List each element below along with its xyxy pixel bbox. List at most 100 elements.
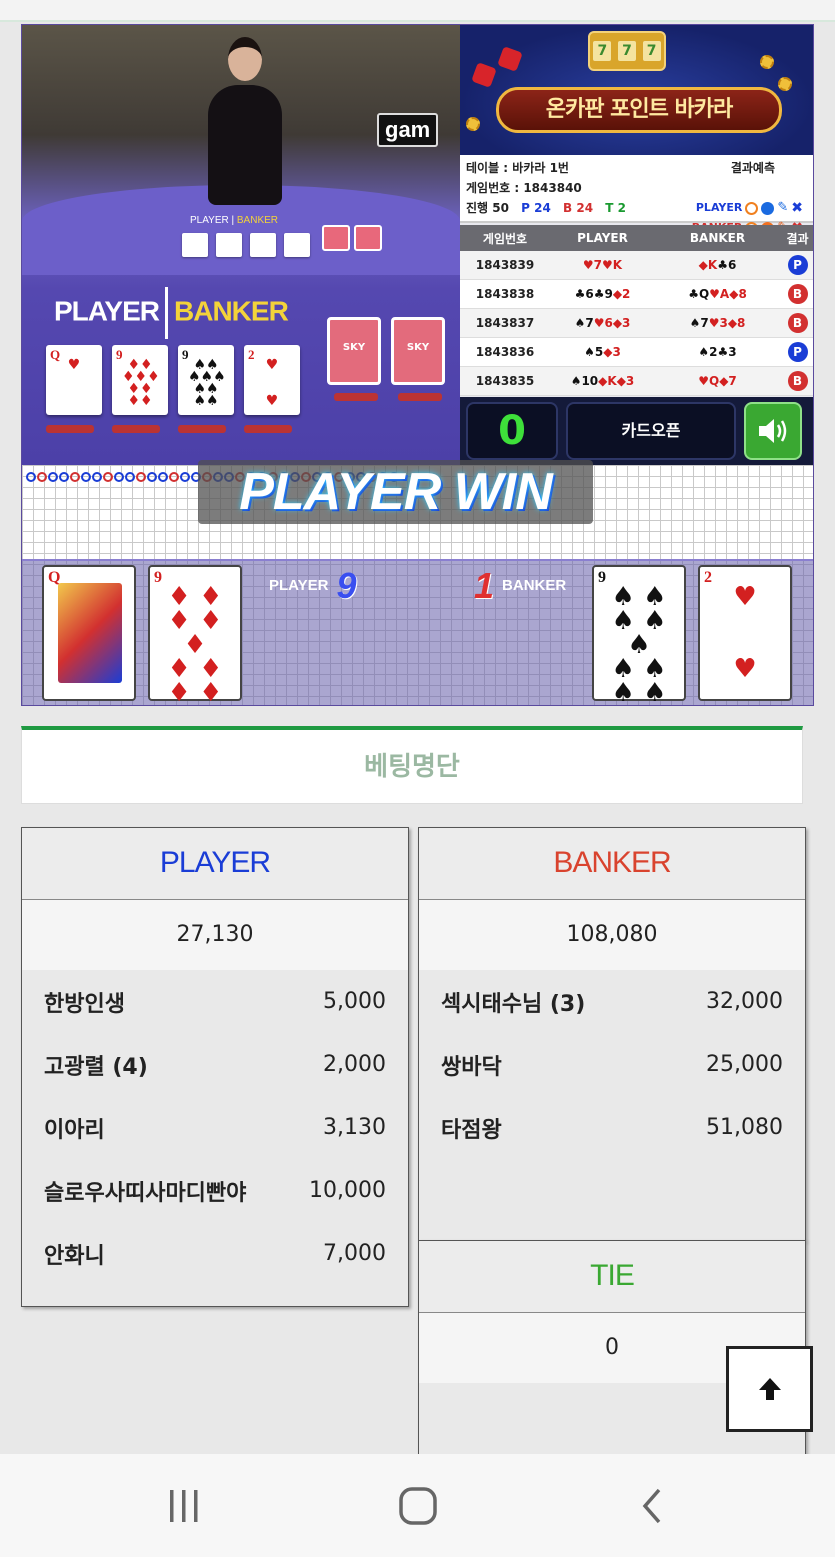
player-column-title: PLAYER [22,828,408,900]
home-button[interactable] [388,1484,448,1528]
road-bead [37,472,47,482]
back-button[interactable] [622,1484,682,1528]
history-row: 1843837 ♠7♥6◆3 ♠7♥3◆8 B [460,309,813,338]
overlay-card-9-diamonds: 9 ♦♦ ♦♦♦ ♦♦ ♦♦ [112,345,168,415]
player-bets-column: PLAYER 27,130 한방인생 5,000 고광렬 (4) 2,000 이아리 3,… [21,827,409,1307]
bettor-name: 한방인생 [44,991,125,1017]
info-panel: 777 온카판 포인트 바카라 테이블 : 바카라 1번 결과예측 게임번호 :… [460,25,813,465]
win-banner: PLAYER WIN [198,460,593,524]
banker-card-9-spades: 9 ♠ ♠ ♠ ♠ ♠ ♠ ♠ ♠ ♠ [592,565,686,705]
bet-line: 이아리 3,130 [22,1096,408,1159]
bet-amount: 2,000 [323,1052,386,1077]
banker-score: 1 BANKER [474,565,567,606]
banker-bets-column: BANKER 108,080 섹시태수님 (3) 32,000 쌍바닥 25,000 타… [418,827,806,1241]
bettor-name: 타점왕 [441,1117,502,1143]
card-shoe [322,225,382,251]
bettor-name: 고광렬 (4) [44,1054,148,1080]
banker-count: B 24 [563,201,594,215]
tie-count: T 2 [605,201,626,215]
road-bead [59,472,69,482]
road-bead [26,472,36,482]
bet-amount: 10,000 [309,1178,386,1203]
game-banner: 777 온카판 포인트 바카라 [460,25,813,155]
bet-line: 쌍바닥 25,000 [419,1033,805,1096]
road-bead [103,472,113,482]
history-row: 1843838 ♣6♣9◆2 ♣Q♥A◆8 B [460,280,813,309]
result-badge: P [787,255,808,275]
history-row: 1843836 ♠5◆3 ♠2♣3 P [460,338,813,367]
history-row: 1843839 ♥7♥K ◆K♣6 P [460,251,813,280]
recent-apps-icon [170,1490,198,1522]
player-score: PLAYER 9 [269,565,357,606]
overlay-card-9-spades: 9 ♠♠ ♠♠♠ ♠♠ ♠♠ [178,345,234,415]
card-open-button[interactable]: 카드오픈 [566,402,736,460]
table-cards [182,233,310,257]
speaker-icon [759,419,787,443]
player-count: P 24 [521,201,551,215]
sound-button[interactable] [744,402,802,460]
overlay-player-label: PLAYER [54,295,160,327]
bet-amount: 32,000 [706,989,783,1014]
system-navigation-bar [0,1454,835,1557]
tie-column-title: TIE [419,1241,805,1313]
bet-line: 타점왕 51,080 [419,1096,805,1159]
sky-card-backs: SKY SKY [327,317,445,385]
bettor-name: 슬로우사띠사마디빤야 [44,1180,247,1206]
top-edge [0,0,835,22]
result-cards-strip [22,559,813,705]
game-info: 테이블 : 바카라 1번 결과예측 게임번호 : 1843840 PLAYER … [460,155,813,236]
home-icon [399,1487,437,1525]
road-bead [70,472,80,482]
live-video: gam PLAYER | BANKER PLAYER BANKER Q ♥ 9 ♦♦ ♦… [22,25,460,465]
scroll-to-top-button[interactable] [726,1346,813,1432]
back-icon [642,1488,661,1524]
bet-line: 고광렬 (4) 2,000 [22,1033,408,1096]
recent-apps-button[interactable] [154,1484,214,1528]
road-bead [158,472,168,482]
banker-card-2-hearts: 2 ♥ ♥ [698,565,792,701]
result-badge: B [787,313,808,333]
small-player-label: PLAYER [190,215,229,226]
road-bead [114,472,124,482]
bettor-name: 섹시태수님 (3) [441,991,586,1017]
table-player-banker-label: PLAYER | BANKER [190,215,279,226]
bet-line: 안화니 7,000 [22,1222,408,1285]
bet-amount: 25,000 [706,1052,783,1077]
slot-machine: 777 [588,31,666,71]
bettor-name: 이아리 [44,1117,105,1143]
bet-amount: 51,080 [706,1115,783,1140]
road-bead [180,472,190,482]
prediction-label: 결과예측 [730,161,775,175]
banker-total: 108,080 [419,900,805,970]
result-badge: B [787,371,808,391]
player-card-queen-hearts: Q [42,565,136,701]
baccarat-game-panel: gam PLAYER | BANKER PLAYER BANKER Q ♥ 9 ♦♦ ♦… [21,24,814,706]
overlay-card-2-hearts: 2 ♥ ♥ [244,345,300,415]
banner-title: 온카판 포인트 바카라 [496,87,782,133]
road-bead [125,472,135,482]
bet-line: 슬로우사띠사마디빤야 10,000 [22,1159,408,1222]
road-bead [147,472,157,482]
overlay-player-banker: PLAYER BANKER [54,287,289,339]
history-header: 게임번호 PLAYER BANKER 결과 [460,225,813,251]
banker-column-title: BANKER [419,828,805,900]
road-bead [169,472,179,482]
table-name: 테이블 : 바카라 1번 [466,161,569,175]
player-card-9-diamonds: 9 ♦ ♦ ♦ ♦ ♦ ♦ ♦ ♦ ♦ [148,565,242,705]
bet-amount: 5,000 [323,989,386,1014]
history-table: 게임번호 PLAYER BANKER 결과 1843839 ♥7♥K ◆K♣6 P 18… [460,225,813,396]
result-badge: P [787,342,808,362]
road-bead [136,472,146,482]
card-pedestals [46,425,292,433]
sky-card: SKY [391,317,445,385]
road-bead [92,472,102,482]
arrow-up-icon [758,1378,781,1400]
result-badge: B [787,284,808,304]
overlay-cards: Q ♥ 9 ♦♦ ♦♦♦ ♦♦ ♦♦ 9 ♠♠ ♠♠♠ ♠♠ ♠♠ 2 ♥ ♥ [46,345,300,415]
bettor-name: 쌍바닥 [441,1054,502,1080]
control-bar: 0 카드오픈 [460,397,813,465]
bet-line: 한방인생 5,000 [22,970,408,1033]
road-bead [48,472,58,482]
progress-count: 진행 50 [466,201,509,215]
history-row: 1843835 ♠10◆K◆3 ♥Q◆7 B [460,367,813,396]
